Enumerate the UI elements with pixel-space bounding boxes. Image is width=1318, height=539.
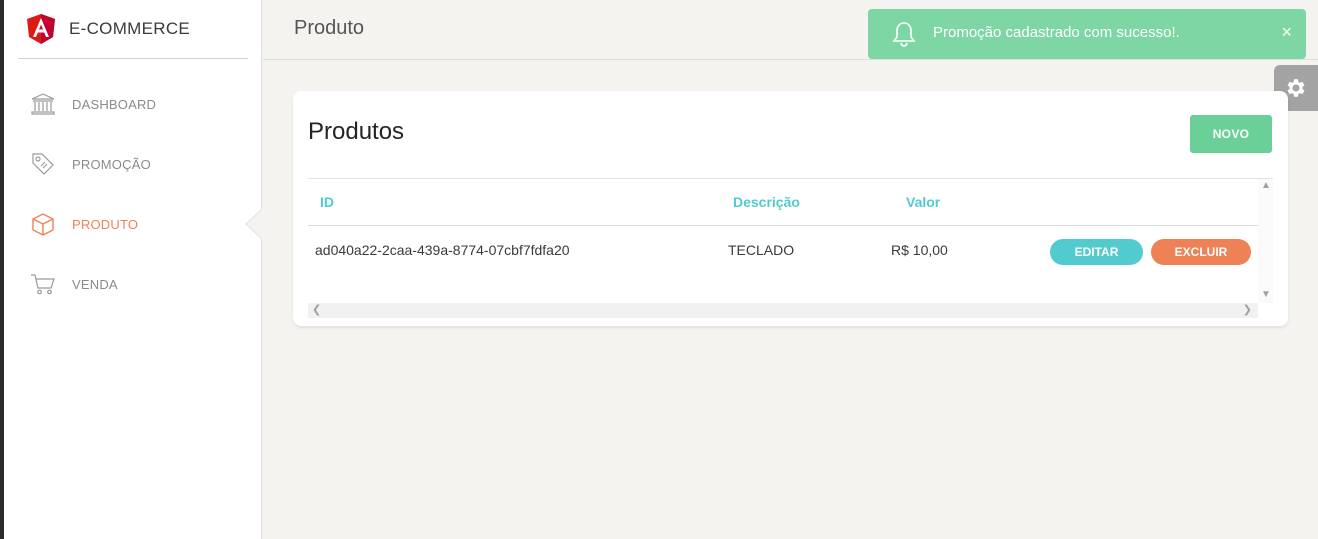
- sidebar-item-produto[interactable]: PRODUTO: [4, 194, 263, 254]
- column-header-descricao[interactable]: Descrição: [733, 194, 800, 210]
- sidebar-item-dashboard[interactable]: DASHBOARD: [4, 74, 262, 134]
- success-notification: Promoção cadastrado com sucesso!. ×: [868, 9, 1306, 59]
- bell-icon: [892, 22, 916, 47]
- page-title: Produto: [294, 17, 365, 39]
- products-card: Produtos NOVO ID Descrição Valor ad040a2…: [293, 91, 1288, 326]
- sidebar-item-venda[interactable]: VENDA: [4, 254, 262, 314]
- table-row: ad040a22-2caa-439a-8774-07cbf7fdfa20 TEC…: [308, 226, 1258, 276]
- delete-button[interactable]: EXCLUIR: [1151, 239, 1251, 265]
- active-caret: [247, 209, 263, 239]
- tag-icon: [30, 151, 56, 177]
- edit-button[interactable]: EDITAR: [1050, 239, 1143, 265]
- sidebar-nav: DASHBOARD PROMOÇÃO PRODUTO VENDA: [4, 74, 263, 314]
- close-icon[interactable]: ×: [1281, 22, 1292, 43]
- notification-message: Promoção cadastrado com sucesso!.: [933, 24, 1180, 41]
- scroll-up-icon[interactable]: ▲: [1261, 180, 1271, 191]
- angular-logo-icon: [27, 14, 55, 44]
- new-product-button[interactable]: NOVO: [1190, 115, 1272, 153]
- column-header-id[interactable]: ID: [320, 194, 334, 210]
- brand[interactable]: E-COMMERCE: [18, 0, 248, 59]
- brand-title: E-COMMERCE: [69, 19, 191, 38]
- horizontal-scrollbar[interactable]: ❮ ❯: [308, 303, 1258, 318]
- cell-valor: R$ 10,00: [891, 242, 948, 258]
- sidebar: E-COMMERCE DASHBOARD PROMOÇÃO PRODUTO VE…: [4, 0, 263, 539]
- sidebar-item-label: VENDA: [72, 276, 118, 292]
- sidebar-item-label: DASHBOARD: [72, 96, 157, 112]
- products-table: ID Descrição Valor ad040a22-2caa-439a-87…: [308, 178, 1273, 318]
- scroll-left-icon[interactable]: ❮: [312, 303, 321, 318]
- cell-descricao: TECLADO: [728, 242, 795, 258]
- card-title: Produtos: [308, 118, 405, 145]
- vertical-scrollbar[interactable]: ▲ ▼: [1258, 179, 1273, 303]
- column-header-valor[interactable]: Valor: [906, 194, 940, 210]
- cell-id: ad040a22-2caa-439a-8774-07cbf7fdfa20: [315, 242, 570, 258]
- sidebar-item-label: PRODUTO: [72, 216, 139, 232]
- cart-icon: [30, 271, 56, 297]
- box-icon: [30, 211, 56, 237]
- sidebar-item-promocao[interactable]: PROMOÇÃO: [4, 134, 262, 194]
- table-header: ID Descrição Valor: [308, 179, 1258, 226]
- scroll-down-icon[interactable]: ▼: [1261, 289, 1271, 300]
- bank-icon: [30, 91, 56, 117]
- sidebar-item-label: PROMOÇÃO: [72, 156, 151, 172]
- scroll-right-icon[interactable]: ❯: [1243, 303, 1252, 318]
